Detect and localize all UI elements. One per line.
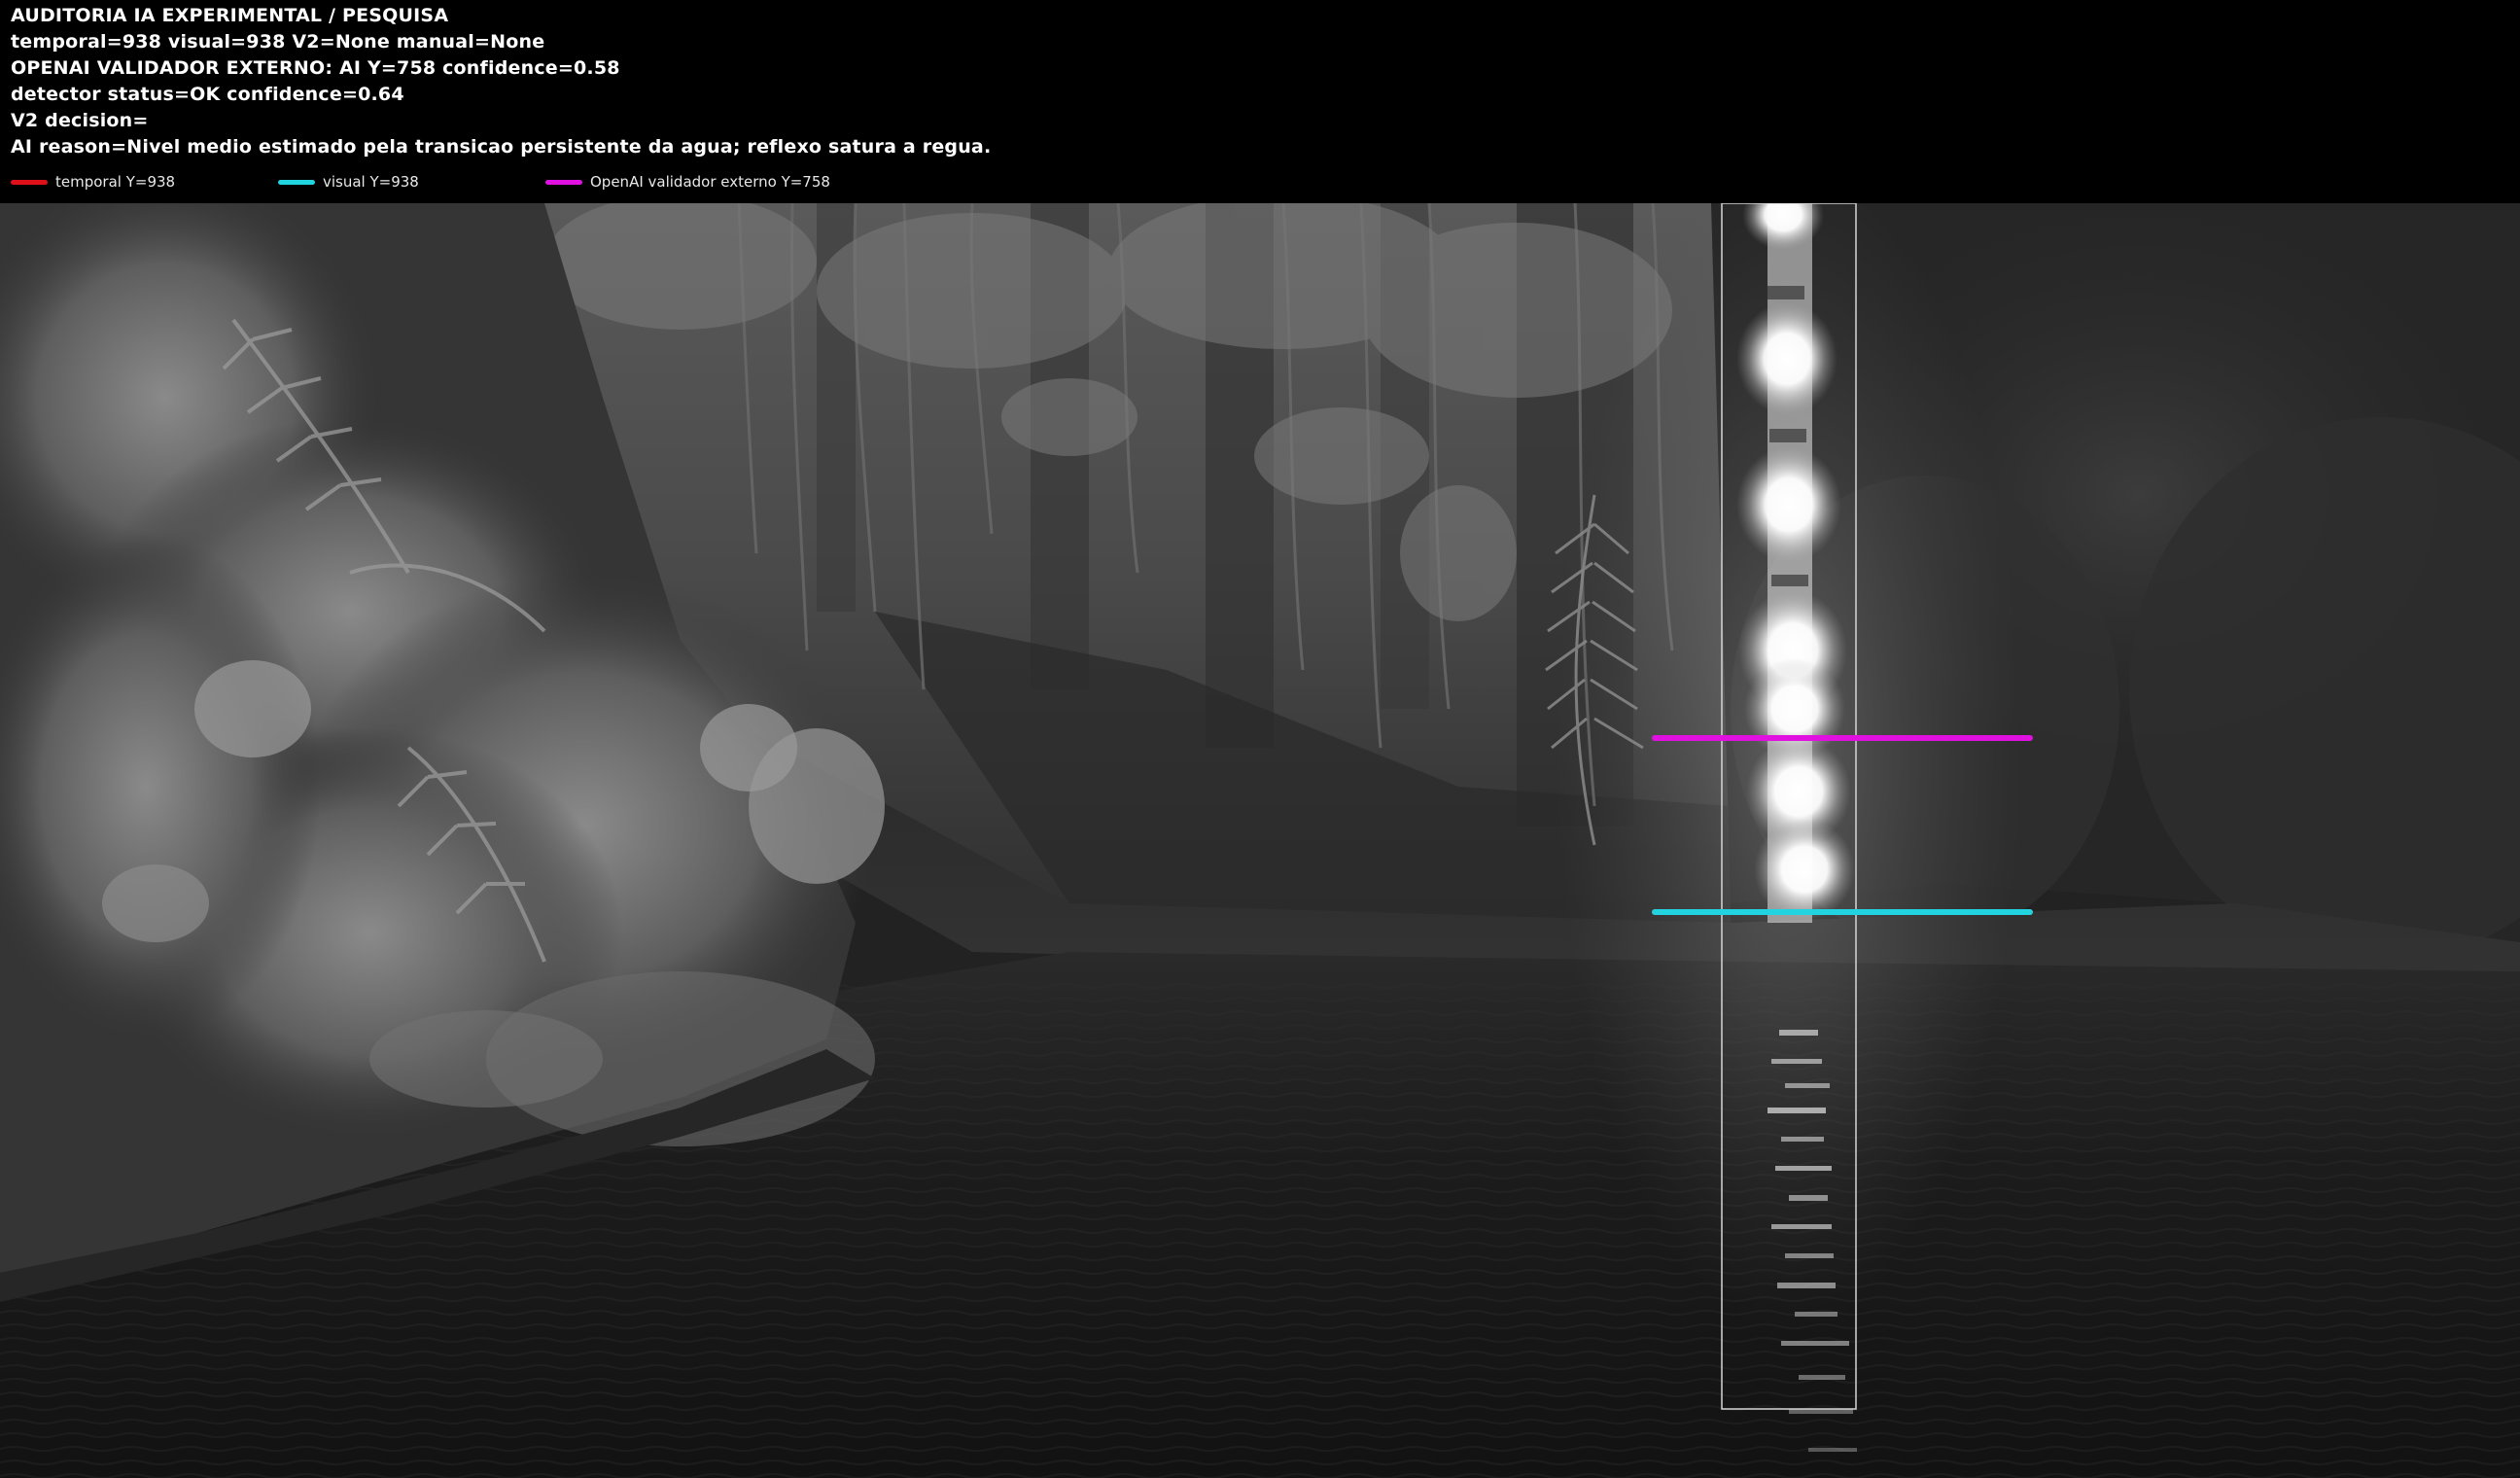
legend-openai-swatch (545, 179, 582, 185)
river-scene-image (0, 203, 2520, 1478)
audit-readings: temporal=938 visual=938 V2=None manual=N… (11, 31, 545, 53)
legend-visual-swatch (278, 179, 315, 185)
legend-temporal-label: temporal Y=938 (55, 173, 176, 191)
openai-level-line (1652, 735, 2033, 741)
legend-openai: OpenAI validador externo Y=758 (545, 171, 830, 193)
legend-temporal: temporal Y=938 (11, 171, 175, 193)
visual-level-line (1652, 909, 2033, 915)
legend-visual: visual Y=938 (278, 171, 419, 193)
audit-detector-status: detector status=OK confidence=0.64 (11, 84, 404, 105)
audit-ai-reason: AI reason=Nivel medio estimado pela tran… (11, 136, 992, 158)
legend-temporal-swatch (11, 179, 48, 185)
legend-visual-label: visual Y=938 (323, 173, 419, 191)
audit-openai-validator: OPENAI VALIDADOR EXTERNO: AI Y=758 confi… (11, 57, 620, 79)
legend-openai-label: OpenAI validador externo Y=758 (590, 173, 830, 191)
camera-night-view (0, 203, 2520, 1478)
audit-title: AUDITORIA IA EXPERIMENTAL / PESQUISA (11, 5, 449, 26)
audit-v2-decision: V2 decision= (11, 110, 149, 131)
audit-overlay-header: AUDITORIA IA EXPERIMENTAL / PESQUISA tem… (0, 0, 2520, 203)
